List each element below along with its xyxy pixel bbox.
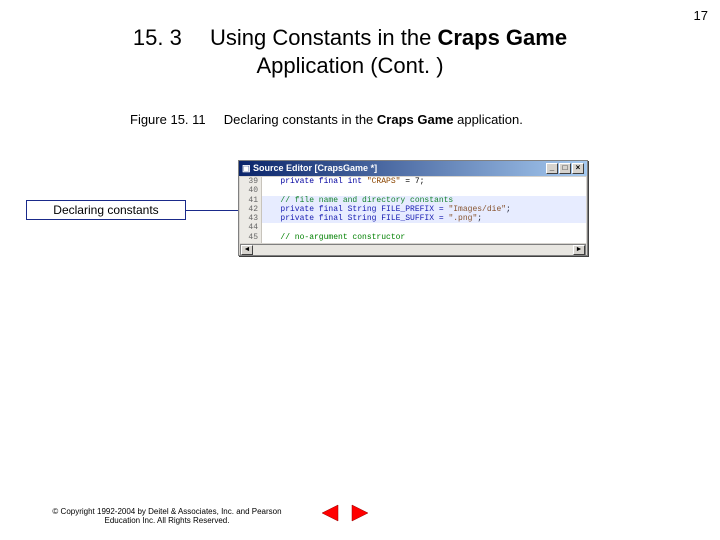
highlight-line — [262, 205, 586, 214]
scroll-left-icon[interactable]: ◄ — [241, 245, 253, 255]
title-bold1: Craps Game — [437, 25, 567, 50]
scroll-right-icon[interactable]: ► — [573, 245, 585, 255]
editor-window: ▣ Source Editor [CrapsGame *] _ □ × 39 4… — [238, 160, 588, 256]
title-text1: Using Constants in the — [210, 25, 437, 50]
line-gutter: 39 40 41 42 43 44 45 — [240, 177, 262, 243]
doc-icon: ▣ — [242, 163, 251, 173]
minimize-button[interactable]: _ — [546, 163, 558, 174]
editor-title: ▣ Source Editor [CrapsGame *] — [242, 163, 377, 174]
editor-titlebar: ▣ Source Editor [CrapsGame *] _ □ × — [239, 161, 587, 176]
code-area: 39 40 41 42 43 44 45 private final int "… — [240, 177, 586, 243]
next-slide-icon[interactable] — [350, 504, 370, 522]
footer-line2: Education Inc. All Rights Reserved. — [105, 516, 230, 525]
callout-box: Declaring constants — [26, 200, 186, 220]
section-number: 15. 3 — [133, 25, 182, 50]
figure-desc-post: application. — [454, 112, 523, 127]
figure-desc-pre: Declaring constants in the — [224, 112, 377, 127]
figure-desc-bold: Craps Game — [377, 112, 454, 127]
highlight-line — [262, 214, 586, 223]
copyright-footer: © Copyright 1992-2004 by Deitel & Associ… — [22, 507, 312, 526]
title-line2: Application (Cont. ) — [256, 53, 443, 78]
footer-line1: © Copyright 1992-2004 by Deitel & Associ… — [52, 507, 281, 516]
maximize-button[interactable]: □ — [559, 163, 571, 174]
callout-connector — [186, 210, 238, 211]
nav-arrows — [320, 504, 370, 522]
prev-slide-icon[interactable] — [320, 504, 340, 522]
figure-caption: Figure 15. 11 Declaring constants in the… — [130, 112, 523, 127]
close-button[interactable]: × — [572, 163, 584, 174]
horizontal-scrollbar[interactable]: ◄ ► — [240, 244, 586, 256]
highlight-line — [262, 196, 586, 205]
figure-label: Figure 15. 11 — [130, 112, 206, 127]
section-heading: 15. 3 Using Constants in the Craps Game … — [80, 24, 620, 79]
window-buttons: _ □ × — [546, 163, 584, 174]
page-number: 17 — [694, 8, 708, 23]
scroll-track[interactable] — [253, 245, 573, 255]
